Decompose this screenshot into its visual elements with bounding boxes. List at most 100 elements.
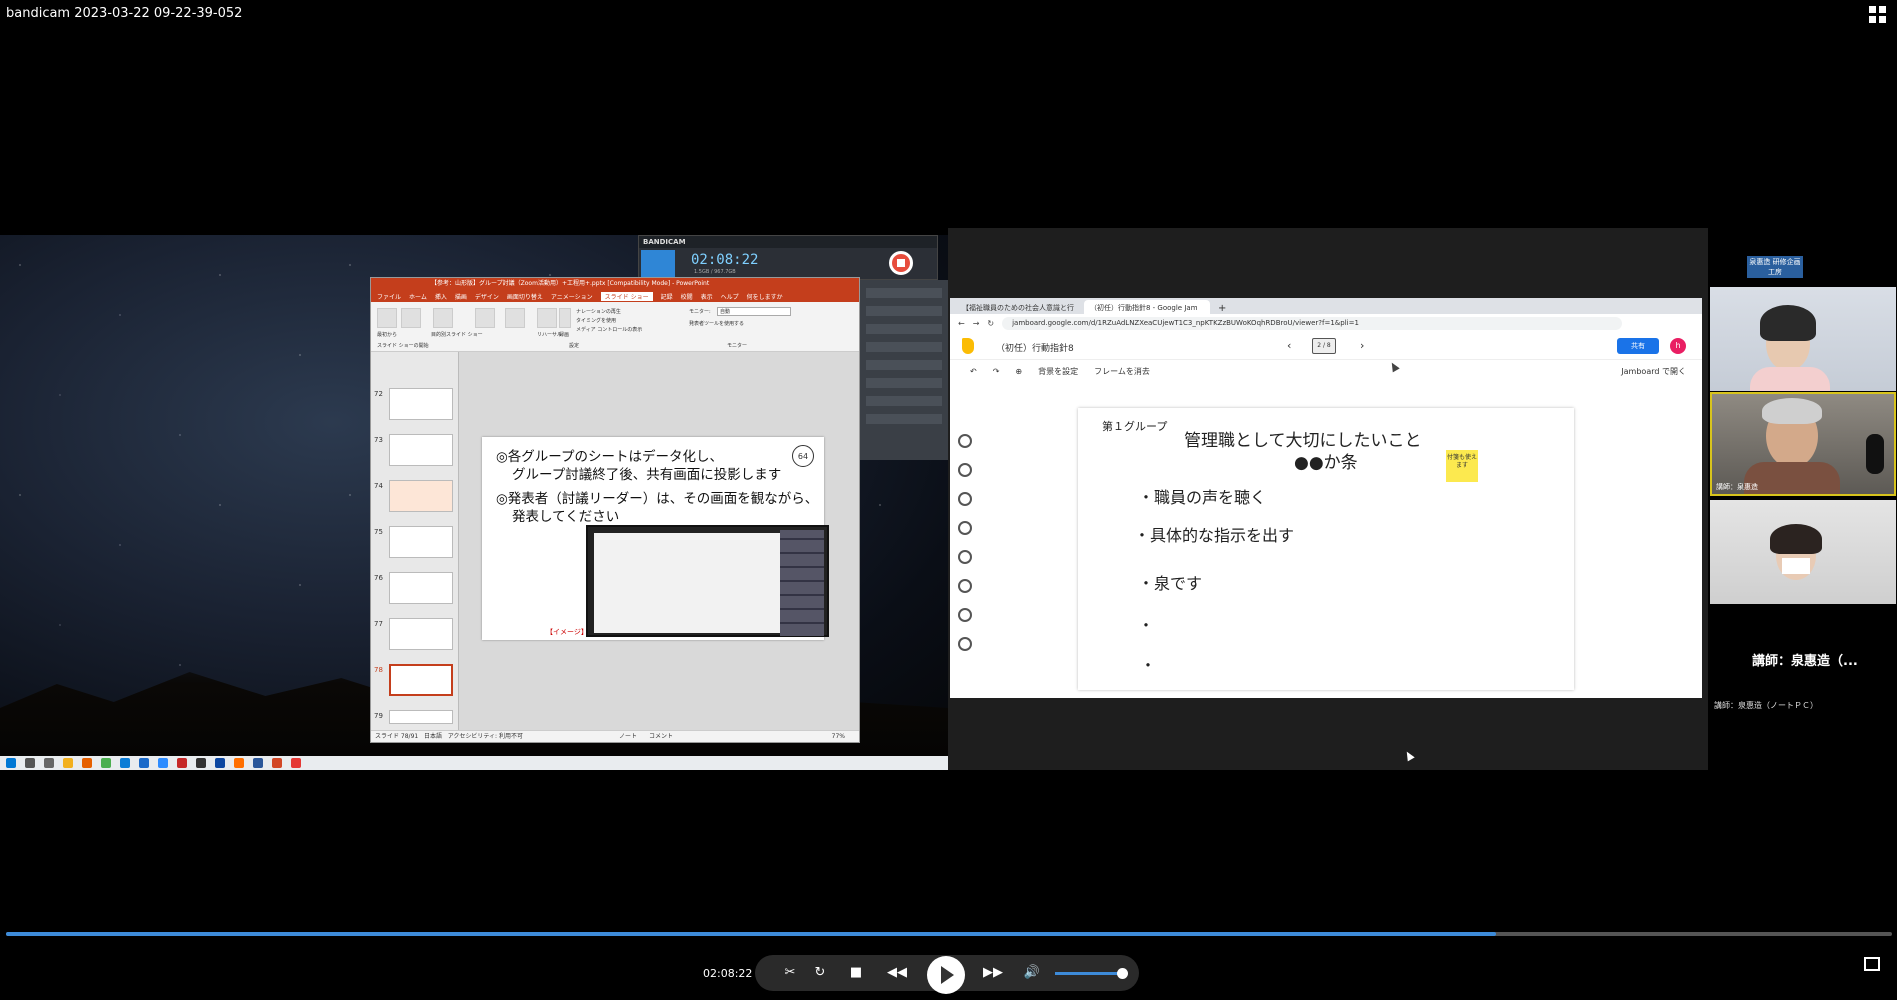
- timings-checkbox[interactable]: タイミングを使用: [576, 317, 616, 324]
- app-icon[interactable]: [234, 758, 244, 768]
- slide-thumbnail-selected[interactable]: [389, 664, 453, 696]
- tab-gmail[interactable]: 【福祉職員のための社会人意識と行: [956, 300, 1082, 314]
- tell-me-search[interactable]: 何をしますか: [747, 292, 783, 301]
- tab-help[interactable]: ヘルプ: [721, 292, 739, 301]
- chrome-icon[interactable]: [101, 758, 111, 768]
- explorer-icon[interactable]: [63, 758, 73, 768]
- tab-jamboard[interactable]: （初任）行動指針8 - Google Jam: [1084, 300, 1210, 314]
- tab-animations[interactable]: アニメーション: [551, 292, 593, 301]
- slide-thumbnail[interactable]: [389, 618, 453, 650]
- media-checkbox[interactable]: メディア コントロールの表示: [576, 326, 642, 333]
- fast-forward-icon[interactable]: ▶▶: [979, 964, 1007, 982]
- bandicam-brand: BANDICAM: [639, 236, 937, 248]
- popout-icon[interactable]: [1864, 957, 1880, 971]
- share-button[interactable]: 共有: [1617, 338, 1659, 354]
- record-button[interactable]: [559, 308, 571, 328]
- record-stop-button[interactable]: [889, 251, 913, 275]
- volume-knob[interactable]: [1117, 968, 1128, 979]
- repeat-icon[interactable]: ↻: [811, 964, 829, 982]
- tab-draw[interactable]: 描画: [455, 292, 467, 301]
- notes-button[interactable]: ノート: [619, 731, 637, 742]
- app-icon[interactable]: [215, 758, 225, 768]
- rehearse-button[interactable]: [537, 308, 557, 328]
- edge-icon[interactable]: [139, 758, 149, 768]
- laser-icon[interactable]: [958, 637, 972, 651]
- next-frame-icon[interactable]: ›: [1360, 339, 1364, 352]
- undo-icon[interactable]: ↶: [970, 367, 977, 376]
- narration-checkbox[interactable]: ナレーションの再生: [576, 308, 621, 315]
- sticky-note[interactable]: 付箋も使えます: [1446, 450, 1478, 482]
- start-icon[interactable]: [6, 758, 16, 768]
- hide-slide-button[interactable]: [505, 308, 525, 328]
- monitor-select[interactable]: 自動: [717, 307, 791, 316]
- text-box-icon[interactable]: [958, 608, 972, 622]
- tab-design[interactable]: デザイン: [475, 292, 499, 301]
- open-in-jamboard-button[interactable]: Jamboard で開く: [1621, 366, 1686, 377]
- zoom-icon[interactable]: [158, 758, 168, 768]
- powerpoint-icon[interactable]: [272, 758, 282, 768]
- slide-thumbnail[interactable]: [389, 480, 453, 512]
- set-bg-button[interactable]: 背景を設定: [1038, 366, 1078, 377]
- jam-title[interactable]: （初任）行動指針8: [996, 341, 1074, 354]
- setup-show-button[interactable]: [475, 308, 495, 328]
- task-view-icon[interactable]: [44, 758, 54, 768]
- from-start-button[interactable]: [377, 308, 397, 328]
- rewind-icon[interactable]: ◀◀: [883, 964, 911, 982]
- monitor-label: モニター:: [689, 309, 711, 315]
- slide-thumbnail[interactable]: [389, 526, 453, 558]
- slide-thumbnail[interactable]: [389, 710, 453, 724]
- volume-icon[interactable]: 🔊: [1023, 964, 1041, 982]
- comments-button[interactable]: コメント: [649, 731, 673, 742]
- participant-video[interactable]: [1710, 500, 1896, 604]
- tab-transitions[interactable]: 画面切り替え: [507, 292, 543, 301]
- cut-icon[interactable]: ✂: [781, 964, 799, 982]
- select-icon[interactable]: [958, 492, 972, 506]
- active-speaker-video[interactable]: 講師：泉惠造: [1710, 392, 1896, 496]
- stop-icon[interactable]: ■: [847, 964, 865, 982]
- participant-video[interactable]: [1710, 287, 1896, 391]
- clear-frame-button[interactable]: フレームを消去: [1094, 366, 1150, 377]
- tab-view[interactable]: 表示: [701, 292, 713, 301]
- forward-icon[interactable]: →: [973, 319, 980, 328]
- redo-icon[interactable]: ↷: [993, 367, 1000, 376]
- word-icon[interactable]: [253, 758, 263, 768]
- acrobat-icon[interactable]: [291, 758, 301, 768]
- reload-icon[interactable]: ↻: [987, 319, 994, 328]
- tab-record[interactable]: 記録: [661, 292, 673, 301]
- play-button[interactable]: [927, 956, 965, 994]
- tab-file[interactable]: ファイル: [377, 292, 401, 301]
- prev-frame-icon[interactable]: ‹: [1287, 339, 1291, 352]
- tab-home[interactable]: ホーム: [409, 292, 427, 301]
- tab-slideshow[interactable]: スライド ショー: [600, 291, 653, 301]
- app-icon[interactable]: [177, 758, 187, 768]
- presenter-view-checkbox[interactable]: 発表者ツールを使用する: [689, 320, 744, 327]
- slide-canvas[interactable]: ◎各グループのシートはデータ化し、 グループ討議終了後、共有画面に投影します ◎…: [482, 437, 829, 640]
- new-tab-icon[interactable]: +: [1212, 303, 1232, 314]
- seek-bar[interactable]: [6, 932, 1892, 936]
- avatar[interactable]: h: [1670, 338, 1686, 354]
- slide-thumbnail[interactable]: [389, 572, 453, 604]
- tab-review[interactable]: 校閲: [681, 292, 693, 301]
- circle-icon[interactable]: [958, 579, 972, 593]
- tab-insert[interactable]: 挿入: [435, 292, 447, 301]
- frame-indicator[interactable]: 2 / 8: [1312, 338, 1336, 354]
- slide-thumbnail[interactable]: [389, 434, 453, 466]
- url-input[interactable]: jamboard.google.com/d/1RZuAdLNZXeaCUjewT…: [1002, 316, 1622, 330]
- zoom-icon[interactable]: ⊕: [1015, 367, 1022, 376]
- search-icon[interactable]: [25, 758, 35, 768]
- image-icon[interactable]: [958, 550, 972, 564]
- firefox-icon[interactable]: [82, 758, 92, 768]
- layout-toggle-icon[interactable]: [1869, 6, 1887, 24]
- skype-icon[interactable]: [120, 758, 130, 768]
- volume-slider[interactable]: [1055, 972, 1125, 975]
- screen-mode-button[interactable]: [641, 250, 675, 278]
- back-icon[interactable]: ←: [958, 319, 965, 328]
- custom-show-button[interactable]: [433, 308, 453, 328]
- slide-thumbnail[interactable]: [389, 388, 453, 420]
- app-icon[interactable]: [196, 758, 206, 768]
- sticky-note-icon[interactable]: [958, 521, 972, 535]
- pen-icon[interactable]: [958, 434, 972, 448]
- from-current-button[interactable]: [401, 308, 421, 328]
- jam-frame-canvas[interactable]: 第１グループ 管理職として大切にしたいこと ●●か条 ・職員の声を聴く ・具体的…: [1078, 408, 1574, 690]
- eraser-icon[interactable]: [958, 463, 972, 477]
